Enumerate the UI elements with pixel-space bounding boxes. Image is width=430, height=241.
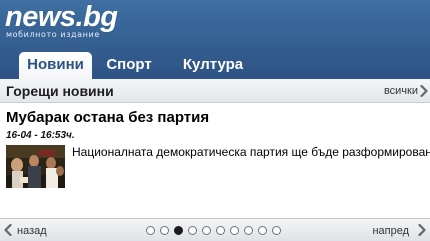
pager-footer: назад напред bbox=[0, 218, 430, 241]
page-dot-1[interactable] bbox=[146, 226, 155, 235]
news-photo-thumbnail[interactable] bbox=[6, 145, 65, 188]
tab-news[interactable]: Новини bbox=[19, 52, 92, 79]
page-dot-7[interactable] bbox=[230, 226, 239, 235]
page-dot-5[interactable] bbox=[202, 226, 211, 235]
view-all-link[interactable]: всички bbox=[384, 85, 418, 98]
news-bg-logo[interactable]: news.bg bbox=[5, 1, 118, 33]
app-header: news.bg мобилното издание Новини Спорт К… bbox=[0, 0, 430, 79]
page-dot-8[interactable] bbox=[244, 226, 253, 235]
chevron-right-icon bbox=[418, 224, 426, 236]
page-dot-6[interactable] bbox=[216, 226, 225, 235]
page-dot-9[interactable] bbox=[258, 226, 267, 235]
page-dot-2[interactable] bbox=[160, 226, 169, 235]
prev-button[interactable]: назад bbox=[0, 219, 60, 241]
article-headline[interactable]: Мубарак остана без партия bbox=[6, 109, 209, 127]
page-dot-3[interactable] bbox=[174, 226, 183, 235]
hot-news-section-header: Горещи новини всички bbox=[0, 79, 430, 103]
tab-sport[interactable]: Спорт bbox=[102, 52, 156, 79]
section-title: Горещи новини bbox=[6, 83, 114, 99]
category-tabs: Новини Спорт Култура bbox=[0, 52, 430, 79]
next-button[interactable]: напред bbox=[360, 219, 430, 241]
page-dot-10[interactable] bbox=[272, 226, 281, 235]
prev-label: назад bbox=[17, 225, 47, 237]
page-dot-4[interactable] bbox=[188, 226, 197, 235]
article-summary: Националната демократическа партия ще бъ… bbox=[72, 145, 430, 159]
logo-subtitle: мобилното издание bbox=[6, 30, 100, 39]
article-date: 16-04 - 16:53ч. bbox=[6, 130, 75, 141]
next-label: напред bbox=[372, 225, 409, 237]
tab-culture[interactable]: Култура bbox=[180, 52, 246, 79]
chevron-right-icon[interactable] bbox=[420, 85, 428, 97]
chevron-left-icon bbox=[4, 224, 12, 236]
